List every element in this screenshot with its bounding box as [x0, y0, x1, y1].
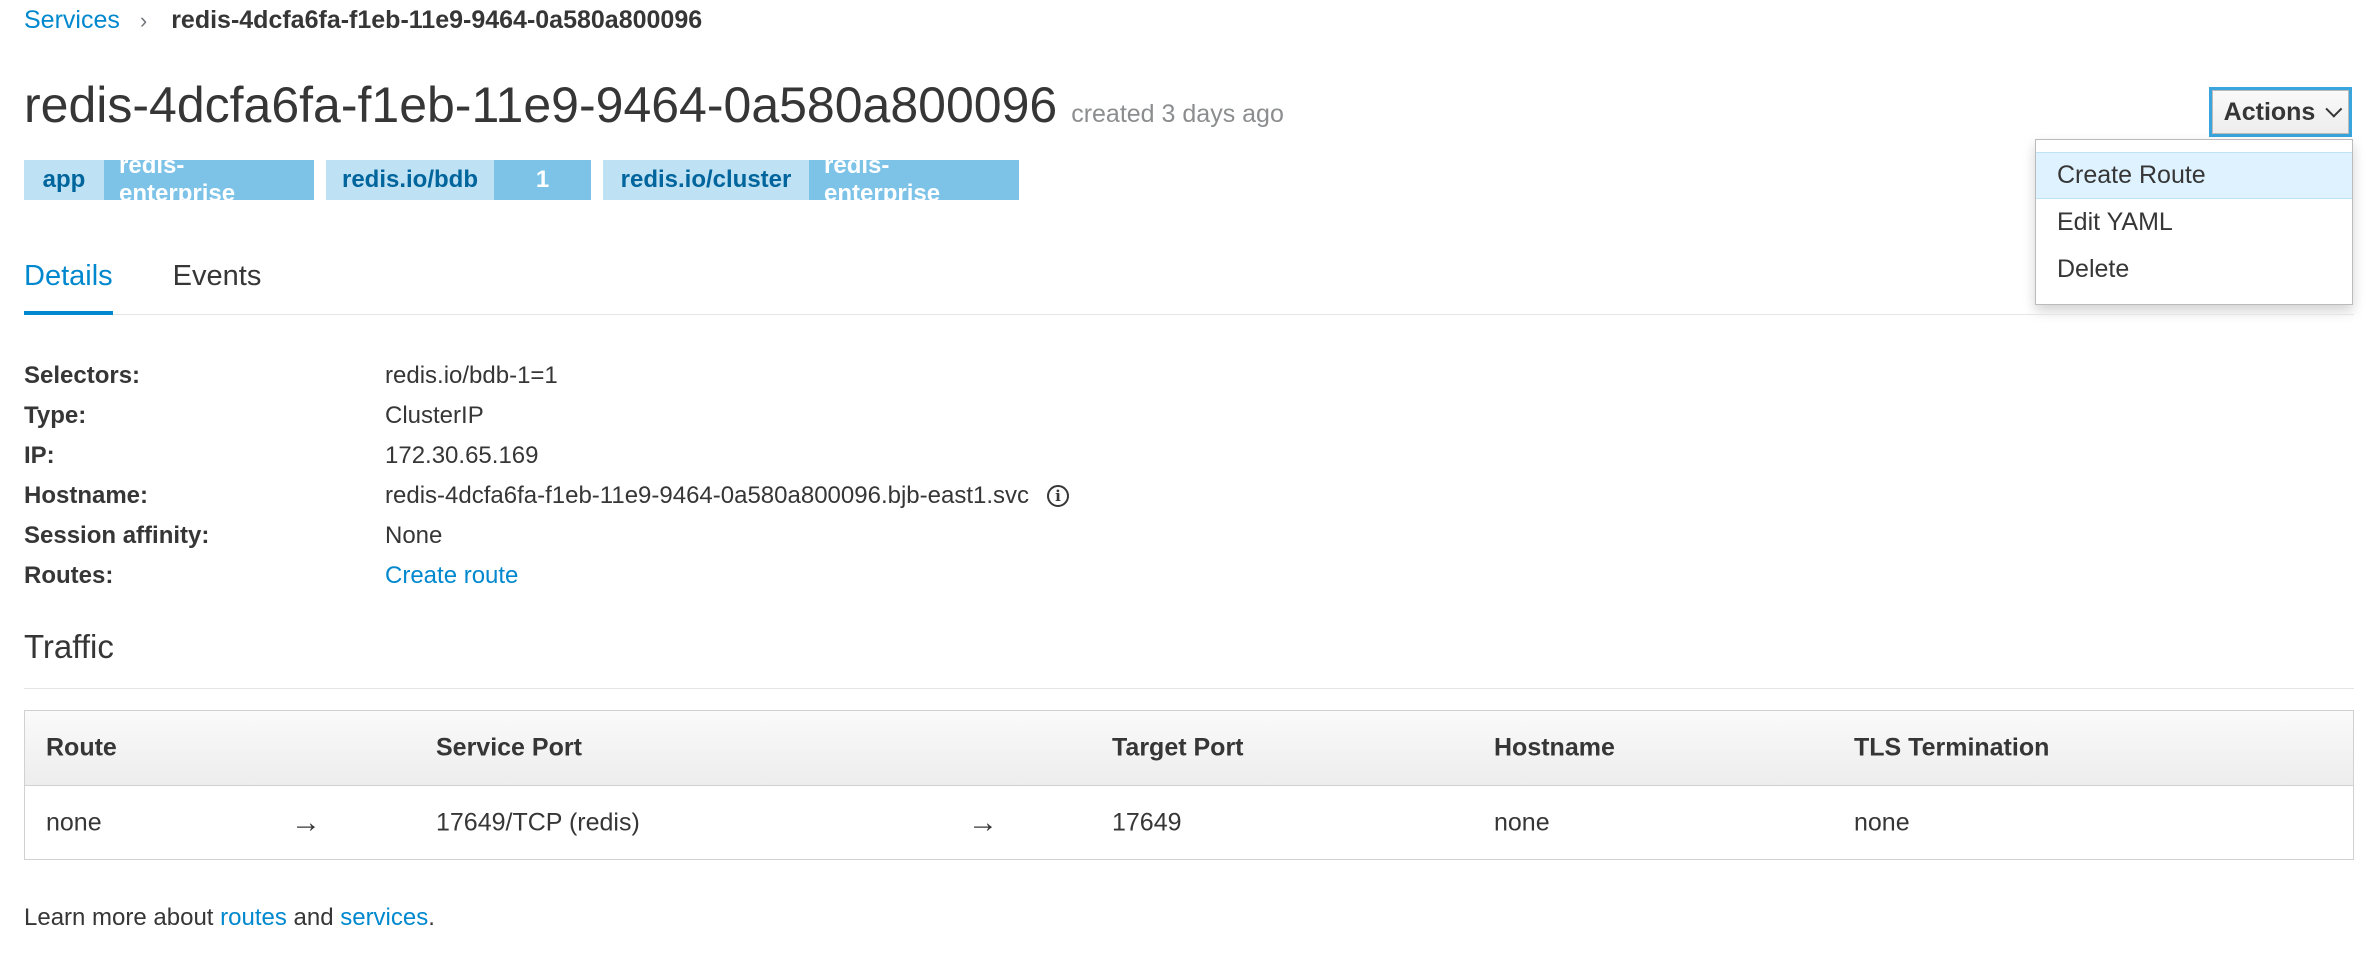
- label-redis-bdb[interactable]: redis.io/bdb 1: [326, 160, 591, 200]
- detail-row-routes: Routes: Create route: [24, 556, 1069, 596]
- detail-value: redis.io/bdb-1=1: [385, 362, 558, 389]
- learn-more-and: and: [286, 904, 341, 931]
- table-header: Route Service Port Target Port Hostname …: [25, 711, 2353, 786]
- details-list: Selectors: redis.io/bdb-1=1 Type: Cluste…: [24, 356, 1070, 596]
- cell-target-port: 17649: [1112, 808, 1182, 837]
- cell-service-port: 17649/TCP (redis): [436, 808, 640, 837]
- label-app[interactable]: app redis-enterprise: [24, 152, 314, 207]
- breadcrumb-services-link[interactable]: Services: [24, 6, 120, 35]
- detail-label: Routes:: [24, 562, 114, 589]
- created-timestamp: created 3 days ago: [1071, 100, 1284, 128]
- actions-button[interactable]: Actions: [2209, 87, 2352, 137]
- detail-row-hostname: Hostname: redis-4dcfa6fa-f1eb-11e9-9464-…: [24, 476, 1070, 516]
- column-header-tls-termination: TLS Termination: [1854, 733, 2050, 762]
- breadcrumb-separator-icon: ›: [139, 7, 148, 33]
- detail-row-type: Type: ClusterIP: [24, 396, 1069, 436]
- learn-more-prefix: Learn more about: [24, 904, 221, 931]
- detail-label: Type:: [24, 402, 87, 429]
- detail-value-wrap: redis-4dcfa6fa-f1eb-11e9-9464-0a580a8000…: [385, 482, 1070, 510]
- traffic-heading: Traffic: [24, 628, 114, 665]
- label-redis-cluster[interactable]: redis.io/cluster redis-enterprise: [603, 152, 1019, 207]
- column-header-service-port: Service Port: [436, 733, 582, 762]
- column-header-target-port: Target Port: [1112, 733, 1244, 762]
- table-row: none → 17649/TCP (redis) → 17649 none no…: [25, 786, 2353, 860]
- traffic-divider: [24, 688, 2354, 689]
- services-link[interactable]: services: [340, 904, 428, 931]
- page-header: redis-4dcfa6fa-f1eb-11e9-9464-0a580a8000…: [24, 76, 1284, 134]
- create-route-link[interactable]: Create route: [385, 562, 518, 590]
- hostname-value: redis-4dcfa6fa-f1eb-11e9-9464-0a580a8000…: [385, 482, 1030, 509]
- routes-link[interactable]: routes: [220, 904, 287, 931]
- cell-hostname: none: [1494, 808, 1550, 837]
- cell-tls-termination: none: [1854, 808, 1910, 837]
- detail-label: Selectors:: [24, 362, 141, 389]
- info-icon[interactable]: i: [1047, 485, 1070, 507]
- column-header-route: Route: [46, 733, 117, 762]
- detail-value: ClusterIP: [385, 402, 484, 429]
- breadcrumb: Services › redis-4dcfa6fa-f1eb-11e9-9464…: [24, 6, 702, 35]
- detail-row-selectors: Selectors: redis.io/bdb-1=1: [24, 356, 1069, 396]
- detail-row-session-affinity: Session affinity: None: [24, 516, 1069, 556]
- label-key: app: [24, 160, 104, 200]
- tab-events[interactable]: Events: [173, 256, 262, 313]
- label-value: redis-enterprise: [104, 152, 314, 207]
- detail-value: 172.30.65.169: [385, 442, 539, 469]
- chevron-down-icon: [2325, 100, 2343, 118]
- learn-more-text: Learn more about routes and services.: [24, 904, 435, 932]
- breadcrumb-current: redis-4dcfa6fa-f1eb-11e9-9464-0a580a8000…: [171, 6, 703, 34]
- arrow-right-icon: →: [968, 806, 998, 839]
- column-header-hostname: Hostname: [1494, 733, 1615, 762]
- detail-label: Hostname:: [24, 482, 149, 509]
- detail-value: None: [385, 522, 443, 549]
- detail-row-ip: IP: 172.30.65.169: [24, 436, 1069, 476]
- tab-details[interactable]: Details: [24, 256, 113, 315]
- learn-more-suffix: .: [428, 904, 435, 931]
- detail-label: Session affinity:: [24, 522, 210, 549]
- label-key: redis.io/bdb: [326, 160, 494, 200]
- page-title: redis-4dcfa6fa-f1eb-11e9-9464-0a580a8000…: [24, 77, 1058, 133]
- detail-label: IP:: [24, 442, 55, 469]
- arrow-right-icon: →: [291, 806, 321, 839]
- label-key: redis.io/cluster: [603, 160, 809, 200]
- actions-label: Actions: [2223, 97, 2316, 126]
- label-value: 1: [494, 160, 591, 200]
- label-value: redis-enterprise: [809, 152, 1019, 207]
- menu-item-edit-yaml[interactable]: Edit YAML: [2036, 199, 2352, 246]
- menu-item-create-route[interactable]: Create Route: [2036, 152, 2352, 199]
- traffic-table: Route Service Port Target Port Hostname …: [24, 710, 2354, 860]
- label-list: app redis-enterprise redis.io/bdb 1 redi…: [24, 152, 1019, 207]
- cell-route: none: [46, 808, 102, 837]
- tab-bar: Details Events: [24, 256, 2354, 315]
